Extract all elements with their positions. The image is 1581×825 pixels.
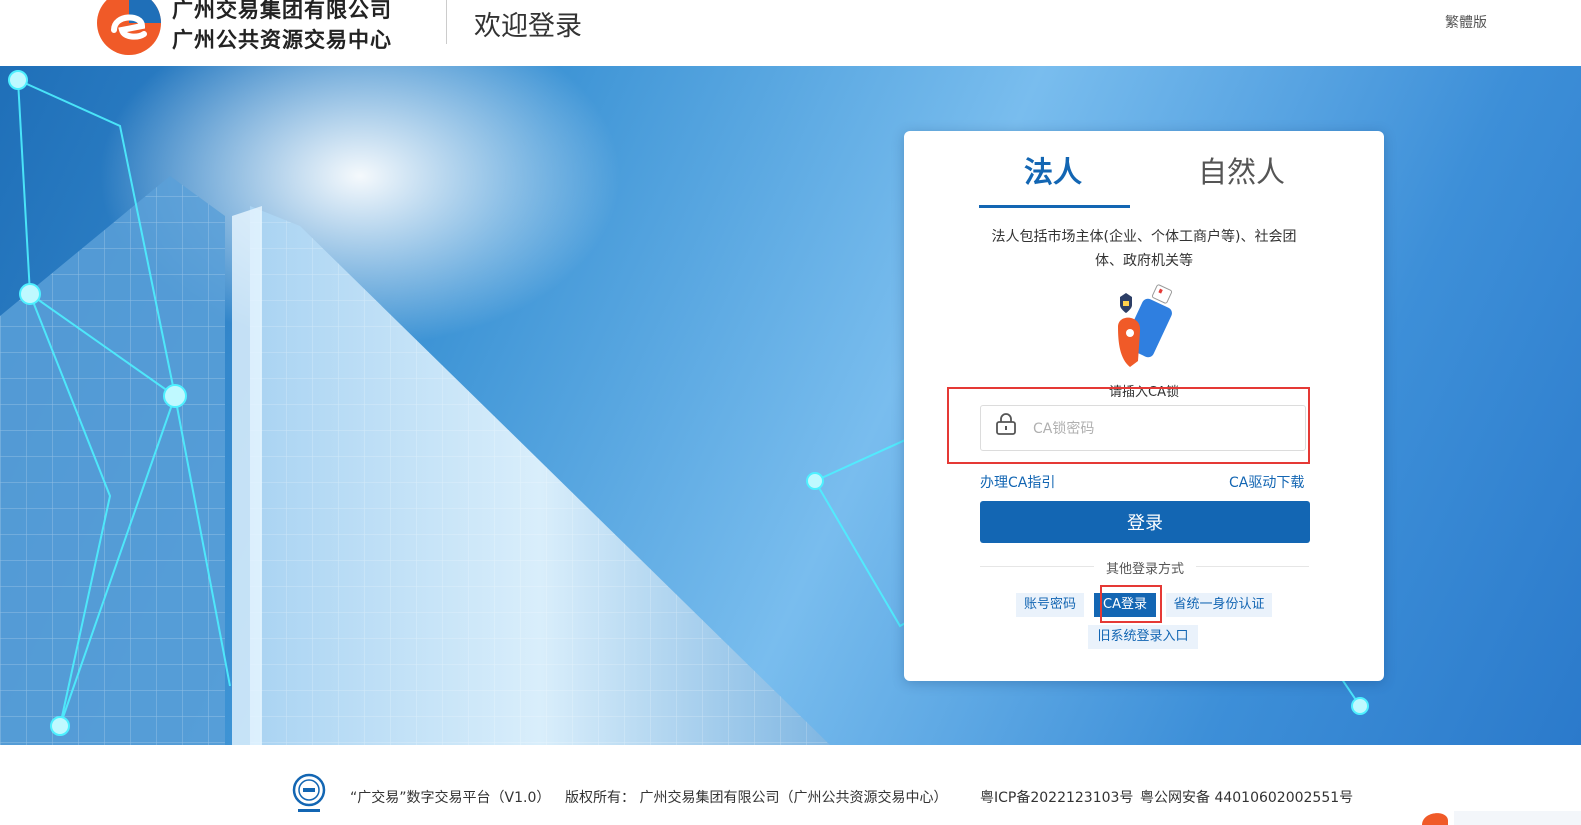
- ebs-badge-icon: [292, 773, 326, 812]
- org-name-line2: 广州公共资源交易中心: [172, 28, 392, 52]
- footer-platform: “广交易”数字交易平台（V1.0）: [350, 790, 551, 806]
- page-title: 欢迎登录: [474, 11, 582, 42]
- method-account-password[interactable]: 账号密码: [1016, 593, 1084, 617]
- top-header: 广州交易集团有限公司 广州公共资源交易中心 欢迎登录 繁體版: [0, 0, 1581, 66]
- footer-copyright: 版权所有： 广州交易集团有限公司（广州公共资源交易中心）: [565, 790, 948, 806]
- active-tab-indicator: [979, 205, 1130, 208]
- login-card: 法人 自然人 法人包括市场主体(企业、个体工商户等)、社会团体、政府机关等 请插…: [904, 131, 1384, 681]
- ca-driver-download-link[interactable]: CA驱动下载: [1229, 472, 1304, 492]
- traditional-chinese-link[interactable]: 繁體版: [1445, 12, 1487, 32]
- tab-description: 法人包括市场主体(企业、个体工商户等)、社会团体、政府机关等: [991, 229, 1297, 269]
- footer: “广交易”数字交易平台（V1.0） 版权所有： 广州交易集团有限公司（广州公共资…: [0, 745, 1581, 825]
- ca-usb-key-icon: [1118, 284, 1173, 367]
- footer-icp-link[interactable]: 粤ICP备2022123103号: [980, 787, 1133, 807]
- other-methods-title: 其他登录方式: [1105, 562, 1184, 577]
- logo-icon: [97, 0, 161, 55]
- method-province-identity[interactable]: 省统一身份认证: [1166, 593, 1272, 617]
- ca-guide-link[interactable]: 办理CA指引: [980, 472, 1055, 492]
- highlight-password-box: [947, 387, 1310, 464]
- divider-right: [1196, 566, 1309, 567]
- footer-police-record-link[interactable]: 粤公网安备 44010602002551号: [1140, 787, 1353, 807]
- tab-legal-person[interactable]: 法人: [1024, 149, 1082, 191]
- tab-natural-person[interactable]: 自然人: [1198, 149, 1285, 191]
- org-name-line1: 广州交易集团有限公司: [172, 0, 392, 22]
- login-button[interactable]: 登录: [980, 501, 1310, 543]
- method-old-system[interactable]: 旧系统登录入口: [1088, 625, 1198, 649]
- header-divider: [446, 0, 447, 44]
- highlight-ca-login-box: [1100, 585, 1162, 623]
- floating-service-bar[interactable]: [1454, 811, 1581, 825]
- divider-left: [980, 566, 1094, 567]
- floating-logo-icon[interactable]: [1420, 803, 1450, 825]
